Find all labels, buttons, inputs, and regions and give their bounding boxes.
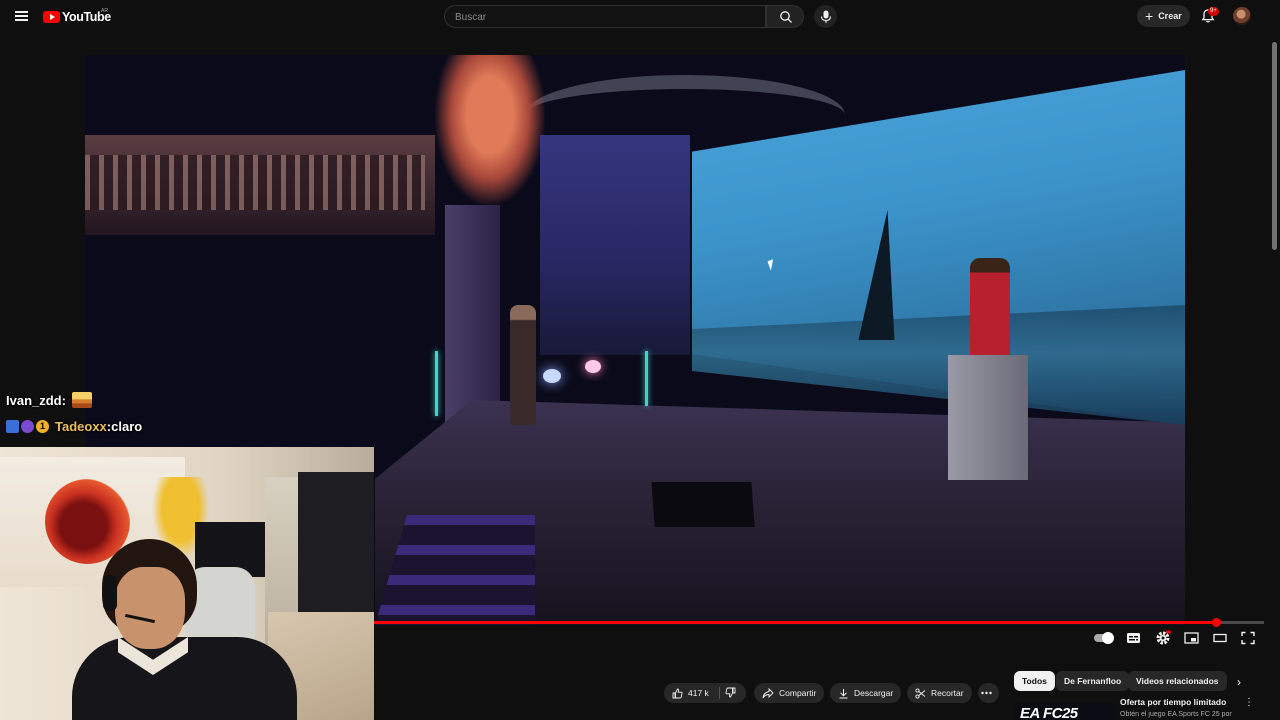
download-icon [839, 688, 848, 698]
scrollbar-thumb[interactable] [1272, 42, 1277, 250]
scene-statue [435, 55, 545, 205]
autoplay-toggle-icon [1094, 632, 1114, 644]
download-label: Descargar [854, 688, 894, 698]
chip-videos-relacionados[interactable]: Videos relacionados [1128, 671, 1227, 691]
webcam-overlay [0, 447, 374, 720]
country-code: AR [101, 8, 108, 14]
like-divider [719, 687, 720, 699]
chevron-right-icon[interactable]: › [1237, 675, 1241, 689]
subtitles-icon[interactable] [1126, 630, 1141, 646]
thumbs-down-icon[interactable] [725, 687, 736, 698]
search-button[interactable] [766, 5, 804, 28]
clip-label: Recortar [931, 688, 964, 698]
ad-title[interactable]: Oferta por tiempo limitado [1120, 697, 1226, 707]
share-label: Compartir [779, 688, 817, 698]
create-button[interactable]: + Crear [1137, 5, 1190, 27]
settings-gear-icon[interactable] [1155, 630, 1171, 646]
like-dislike-group: 417 k [664, 683, 746, 703]
scene-led-strip [435, 351, 438, 416]
scene-balustrade [85, 155, 425, 210]
scene-guest [510, 305, 536, 425]
microphone-icon [820, 10, 831, 23]
scene-led-strip [645, 351, 648, 406]
chip-de-fernanfloo[interactable]: De Fernanfloo [1056, 671, 1130, 691]
youtube-play-icon [43, 11, 60, 23]
share-button[interactable]: Compartir [754, 683, 825, 703]
more-horizontal-icon [980, 691, 992, 695]
scene-floor-speaker [651, 482, 755, 527]
ad-thumbnail-text: EA FC25 [1020, 705, 1078, 720]
chip-todos[interactable]: Todos [1014, 671, 1055, 691]
account-avatar[interactable] [1233, 7, 1251, 25]
chat-badge-icon [6, 420, 19, 433]
scene-spotlight [585, 360, 601, 373]
search-box [444, 5, 766, 28]
chat-badge-icon [21, 420, 34, 433]
ad-description: Obtén el juego EA Sports FC 25 por [1120, 711, 1232, 718]
streamer-face [115, 567, 185, 649]
search-icon [780, 11, 792, 23]
scene-podium [948, 355, 1028, 480]
plus-icon: + [1145, 8, 1154, 24]
chat-username: Ivan_zdd [6, 392, 62, 408]
theater-mode-icon[interactable] [1213, 630, 1227, 646]
miniplayer-icon[interactable] [1184, 630, 1199, 646]
scene-tapestry [540, 135, 690, 355]
chat-emote-icon [71, 392, 92, 408]
like-count[interactable]: 417 k [688, 688, 709, 698]
ad-thumbnail[interactable]: EA FC25 [1015, 703, 1115, 720]
chat-separator: : [61, 392, 66, 408]
fullscreen-icon[interactable] [1241, 630, 1255, 646]
chat-badge-icon: 1 [36, 420, 49, 433]
scene-spotlight [543, 369, 561, 383]
scene-host [970, 258, 1010, 358]
webcam-closet [298, 472, 374, 622]
notification-badge: 9+ [1208, 7, 1219, 16]
more-actions-button[interactable] [978, 683, 999, 703]
chat-username: Tadeoxx [55, 419, 107, 434]
thumbs-up-icon[interactable] [672, 688, 683, 699]
menu-icon[interactable] [15, 11, 28, 21]
voice-search-button[interactable] [814, 5, 837, 28]
create-label: Crear [1158, 11, 1182, 21]
autoplay-toggle[interactable] [1092, 630, 1114, 646]
download-button[interactable]: Descargar [830, 683, 902, 703]
chat-message: Ivan_zdd : [6, 392, 92, 408]
share-icon [762, 687, 774, 698]
scissors-icon [915, 687, 926, 699]
chat-message: 1 Tadeoxx : claro [6, 419, 142, 434]
headset-icon [103, 575, 117, 611]
clip-button[interactable]: Recortar [907, 683, 972, 703]
search-input[interactable] [455, 10, 755, 24]
chat-text: claro [111, 419, 143, 434]
progress-scrubber[interactable] [1211, 618, 1221, 627]
progress-played [374, 621, 1216, 624]
more-vertical-icon[interactable]: ⋮ [1244, 697, 1254, 708]
progress-bar[interactable] [374, 618, 1264, 627]
masthead: YouTube AR + Crear 9+ [0, 0, 1280, 33]
